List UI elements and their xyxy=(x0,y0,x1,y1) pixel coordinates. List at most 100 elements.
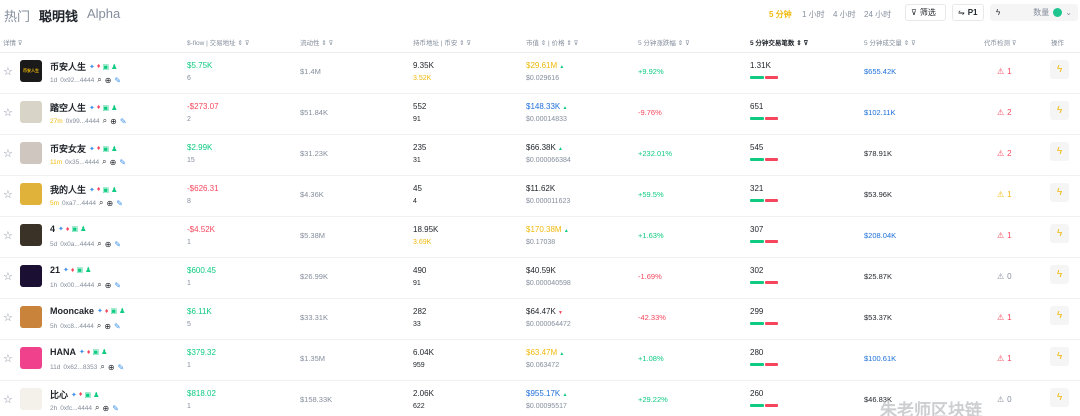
table-row[interactable]: ☆ 币安人生 币安人生 ✦ ♦ ▣ ♟ 1d 0x92...4444 ⌕ ⊕ ✎… xyxy=(0,53,1080,94)
tab-smart-money[interactable]: 聪明钱 xyxy=(39,6,78,25)
rug-check[interactable]: ⚠ 2 xyxy=(997,149,1012,158)
contract-address[interactable]: 0xfc...4444 xyxy=(60,405,92,412)
globe-icon[interactable]: ⊕ xyxy=(104,322,111,331)
globe-icon[interactable]: ⊕ xyxy=(107,199,114,208)
search-icon[interactable]: ⌕ xyxy=(97,75,101,85)
globe-icon[interactable]: ⊕ xyxy=(105,240,112,249)
edit-icon[interactable]: ✎ xyxy=(114,240,121,249)
search-icon[interactable]: ⌕ xyxy=(99,198,103,208)
tab-alpha[interactable]: Alpha xyxy=(87,6,120,21)
search-icon[interactable]: ⌕ xyxy=(95,403,99,413)
globe-icon[interactable]: ⊕ xyxy=(108,363,115,372)
edit-icon[interactable]: ✎ xyxy=(114,322,121,331)
favorite-star-icon[interactable]: ☆ xyxy=(3,393,13,406)
favorite-star-icon[interactable]: ☆ xyxy=(3,311,13,324)
quick-buy-button[interactable]: ϟ xyxy=(1050,60,1069,79)
token-name[interactable]: 4 ✦ ♦ ▣ ♟ xyxy=(50,224,86,234)
timeframe-24h[interactable]: 24 小时 xyxy=(864,9,891,20)
header-rug[interactable]: 代币检测 ⊽ xyxy=(984,37,1017,47)
market-cap-value: $66.38K xyxy=(526,143,556,152)
token-name[interactable]: Mooncake ✦ ♦ ▣ ♟ xyxy=(50,306,125,316)
search-icon[interactable]: ⌕ xyxy=(97,280,101,290)
edit-icon[interactable]: ✎ xyxy=(114,281,121,290)
quick-buy-button[interactable]: ϟ xyxy=(1050,388,1069,407)
header-change[interactable]: 5 分钟涨跌幅 ⇕ ⊽ xyxy=(638,37,690,47)
quick-buy-button[interactable]: ϟ xyxy=(1050,306,1069,325)
timeframe-1h[interactable]: 1 小时 xyxy=(802,9,825,20)
timeframe-4h[interactable]: 4 小时 xyxy=(833,9,856,20)
token-name[interactable]: 21 ✦ ♦ ▣ ♟ xyxy=(50,265,91,275)
header-details[interactable]: 详情 ⊽ xyxy=(3,37,23,47)
edit-icon[interactable]: ✎ xyxy=(114,76,121,85)
table-row[interactable]: ☆ 21 ✦ ♦ ▣ ♟ 1h 0x00...4444 ⌕ ⊕ ✎ $600.4… xyxy=(0,258,1080,299)
contract-address[interactable]: 0x62...8353 xyxy=(63,364,97,371)
rug-check[interactable]: ⚠ 1 xyxy=(997,67,1012,76)
rug-check[interactable]: ⚠ 2 xyxy=(997,108,1012,117)
header-sflow[interactable]: $-flow | 交易地址 ⇕ ⊽ xyxy=(187,37,249,47)
globe-icon[interactable]: ⊕ xyxy=(105,281,112,290)
globe-icon[interactable]: ⊕ xyxy=(105,76,112,85)
quantity-input[interactable]: ϟ 数量 ⌄ xyxy=(990,4,1078,21)
search-icon[interactable]: ⌕ xyxy=(100,362,104,372)
preset-button[interactable]: ⇋ P1 xyxy=(952,4,984,21)
edit-icon[interactable]: ✎ xyxy=(120,117,127,126)
quick-buy-button[interactable]: ϟ xyxy=(1050,101,1069,120)
favorite-star-icon[interactable]: ☆ xyxy=(3,106,13,119)
table-row[interactable]: ☆ 我的人生 ✦ ♦ ▣ ♟ 5m 0xa7...4444 ⌕ ⊕ ✎ -$62… xyxy=(0,176,1080,217)
table-row[interactable]: ☆ HANA ✦ ♦ ▣ ♟ 11d 0x62...8353 ⌕ ⊕ ✎ $37… xyxy=(0,340,1080,381)
rug-check[interactable]: ⚠ 0 xyxy=(997,272,1012,281)
contract-address[interactable]: 0x92...4444 xyxy=(60,77,94,84)
table-row[interactable]: ☆ 币安女友 ✦ ♦ ▣ ♟ 11m 0x35...4444 ⌕ ⊕ ✎ $2.… xyxy=(0,135,1080,176)
table-row[interactable]: ☆ 4 ✦ ♦ ▣ ♟ 5d 0x0a...4444 ⌕ ⊕ ✎ -$4.52K… xyxy=(0,217,1080,258)
timeframe-5m[interactable]: 5 分钟 xyxy=(769,9,792,20)
quick-buy-button[interactable]: ϟ xyxy=(1050,265,1069,284)
edit-icon[interactable]: ✎ xyxy=(119,158,126,167)
header-holders[interactable]: 持币地址 | 币安 ⇕ ⊽ xyxy=(413,37,471,47)
search-icon[interactable]: ⌕ xyxy=(97,321,101,331)
filter-button[interactable]: ⊽ 筛选 xyxy=(905,4,946,21)
token-name[interactable]: 币安女友 ✦ ♦ ▣ ♟ xyxy=(50,142,117,155)
favorite-star-icon[interactable]: ☆ xyxy=(3,188,13,201)
table-row[interactable]: ☆ 踏空人生 ✦ ♦ ▣ ♟ 27m 0x99...4444 ⌕ ⊕ ✎ -$2… xyxy=(0,94,1080,135)
contract-address[interactable]: 0x0a...4444 xyxy=(60,241,94,248)
token-name[interactable]: 踏空人生 ✦ ♦ ▣ ♟ xyxy=(50,101,117,114)
rug-check[interactable]: ⚠ 1 xyxy=(997,354,1012,363)
edit-icon[interactable]: ✎ xyxy=(112,404,119,413)
search-icon[interactable]: ⌕ xyxy=(97,239,101,249)
contract-address[interactable]: 0x35...4444 xyxy=(65,159,99,166)
quick-buy-button[interactable]: ϟ xyxy=(1050,347,1069,366)
favorite-star-icon[interactable]: ☆ xyxy=(3,65,13,78)
favorite-star-icon[interactable]: ☆ xyxy=(3,229,13,242)
rug-check[interactable]: ⚠ 1 xyxy=(997,231,1012,240)
rug-check[interactable]: ⚠ 1 xyxy=(997,190,1012,199)
favorite-star-icon[interactable]: ☆ xyxy=(3,270,13,283)
table-row[interactable]: ☆ Mooncake ✦ ♦ ▣ ♟ 5h 0xc8...4444 ⌕ ⊕ ✎ … xyxy=(0,299,1080,340)
quick-buy-button[interactable]: ϟ xyxy=(1050,142,1069,161)
edit-icon[interactable]: ✎ xyxy=(118,363,125,372)
globe-icon[interactable]: ⊕ xyxy=(110,158,117,167)
globe-icon[interactable]: ⊕ xyxy=(110,117,117,126)
token-name[interactable]: 我的人生 ✦ ♦ ▣ ♟ xyxy=(50,183,117,196)
token-name[interactable]: HANA ✦ ♦ ▣ ♟ xyxy=(50,347,107,357)
contract-address[interactable]: 0xa7...4444 xyxy=(62,200,96,207)
token-name[interactable]: 比心 ✦ ♦ ▣ ♟ xyxy=(50,388,99,401)
edit-icon[interactable]: ✎ xyxy=(116,199,123,208)
globe-icon[interactable]: ⊕ xyxy=(103,404,110,413)
header-tx[interactable]: 5 分钟交易笔数 ⇕ ⊽ xyxy=(750,37,808,47)
rug-check[interactable]: ⚠ 0 xyxy=(997,395,1012,404)
header-mcap[interactable]: 市值 ⇕ | 价格 ⇕ ⊽ xyxy=(526,37,578,47)
quick-buy-button[interactable]: ϟ xyxy=(1050,183,1069,202)
contract-address[interactable]: 0xc8...4444 xyxy=(60,323,94,330)
token-name[interactable]: 币安人生 ✦ ♦ ▣ ♟ xyxy=(50,60,117,73)
header-liquidity[interactable]: 流动性 ⇕ ⊽ xyxy=(300,37,333,47)
favorite-star-icon[interactable]: ☆ xyxy=(3,147,13,160)
favorite-star-icon[interactable]: ☆ xyxy=(3,352,13,365)
search-icon[interactable]: ⌕ xyxy=(103,116,107,126)
quick-buy-button[interactable]: ϟ xyxy=(1050,224,1069,243)
search-icon[interactable]: ⌕ xyxy=(102,157,106,167)
rug-check[interactable]: ⚠ 1 xyxy=(997,313,1012,322)
tab-hot[interactable]: 热门 xyxy=(4,6,30,25)
header-volume[interactable]: 5 分钟成交量 ⇕ ⊽ xyxy=(864,37,916,47)
contract-address[interactable]: 0x99...4444 xyxy=(66,118,100,125)
contract-address[interactable]: 0x00...4444 xyxy=(60,282,94,289)
